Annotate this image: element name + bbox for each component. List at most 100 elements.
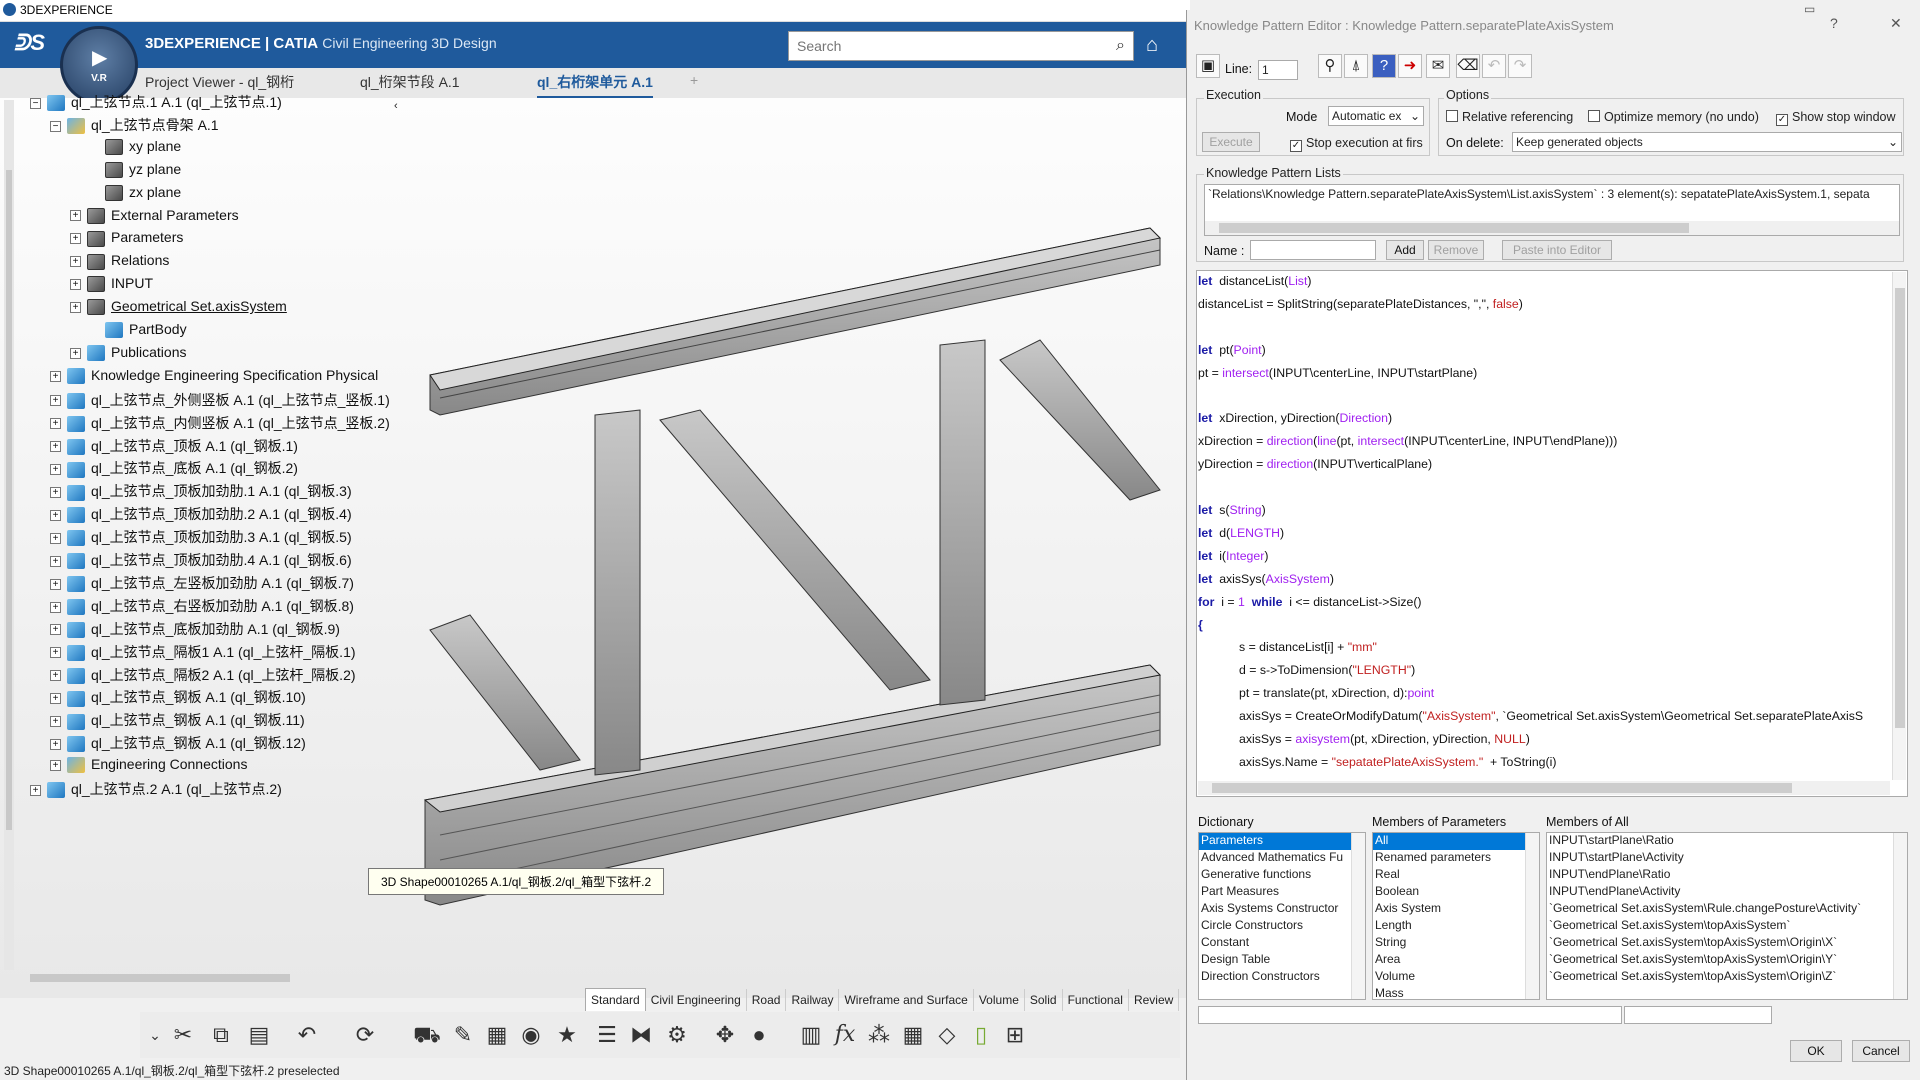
tree-node[interactable]: + ql_上弦节点.2 A.1 (ql_上弦节点.2) [30, 779, 282, 801]
list-item[interactable]: Volume [1373, 969, 1539, 986]
list-item[interactable]: Advanced Mathematics Fu [1199, 850, 1365, 867]
line-input[interactable]: 1 [1258, 60, 1298, 80]
action-bar-tab[interactable]: Civil Engineering [646, 989, 747, 1011]
tree-node[interactable]: + ql_上弦节点_内侧竖板 A.1 (ql_上弦节点_竖板.2) [50, 413, 390, 435]
binoculars-icon[interactable]: ⚲ [1318, 54, 1342, 78]
kp-list-hscroll-thumb[interactable] [1219, 223, 1689, 233]
tree-node[interactable]: + ql_上弦节点_钢板 A.1 (ql_钢板.10) [50, 687, 306, 709]
copy-icon[interactable]: ⧉ [206, 1020, 236, 1050]
list-item[interactable]: String [1373, 935, 1539, 952]
help-icon[interactable]: ? [1372, 54, 1396, 78]
add-tab-button[interactable]: + [690, 72, 698, 88]
expand-toggle-icon[interactable]: + [50, 509, 61, 521]
editor-vscroll-thumb[interactable] [1895, 288, 1905, 728]
cancel-button[interactable]: Cancel [1852, 1040, 1910, 1062]
design-table-icon[interactable]: ▦ [898, 1020, 928, 1050]
tree-node[interactable]: + Publications [70, 344, 187, 366]
tag-icon[interactable]: ⌂ [1146, 34, 1158, 57]
filter-input-left[interactable] [1198, 1006, 1622, 1024]
code-line[interactable]: let distanceList(List) [1198, 274, 1311, 288]
tree-node[interactable]: + ql_上弦节点_底板加劲肋 A.1 (ql_钢板.9) [50, 619, 340, 641]
list-item[interactable]: `Geometrical Set.axisSystem\Rule.changeP… [1547, 901, 1907, 918]
list-item[interactable]: INPUT\endPlane\Ratio [1547, 867, 1907, 884]
editor-hscroll[interactable] [1198, 781, 1890, 795]
action-bar-tab[interactable]: Volume [974, 989, 1025, 1011]
tree-node[interactable]: + ql_上弦节点_底板 A.1 (ql_钢板.2) [50, 458, 298, 480]
code-line[interactable]: axisSys.Name = "sepatatePlateAxisSystem.… [1198, 755, 1556, 769]
table-icon[interactable]: ▦ [482, 1020, 512, 1050]
tree-node[interactable]: yz plane [88, 161, 181, 183]
code-line[interactable]: yDirection = direction(INPUT\verticalPla… [1198, 457, 1432, 471]
tree-node[interactable]: + ql_上弦节点_钢板 A.1 (ql_钢板.11) [50, 710, 305, 732]
expand-toggle-icon[interactable]: + [50, 578, 61, 590]
toolbar-expand-icon[interactable]: ⌄ [140, 1020, 170, 1050]
ok-button[interactable]: OK [1790, 1040, 1842, 1062]
list-scrollbar[interactable] [1351, 833, 1365, 999]
tree-node[interactable]: − ql_上弦节点.1 A.1 (ql_上弦节点.1) [30, 92, 282, 114]
measure-icon[interactable]: ⊞ [1000, 1020, 1030, 1050]
stop-execution-checkbox[interactable]: ✓ Stop execution at firs [1290, 136, 1423, 152]
list-item[interactable]: Parameters [1199, 833, 1365, 850]
tab-segment[interactable]: ql_桁架节段 A.1 [360, 72, 460, 92]
add-button[interactable]: Add [1386, 240, 1424, 260]
paste-into-editor-button[interactable]: Paste into Editor [1502, 240, 1612, 260]
list-item[interactable]: `Geometrical Set.axisSystem\topAxisSyste… [1547, 918, 1907, 935]
list-item[interactable]: Area [1373, 952, 1539, 969]
catalog-icon[interactable]: ▥ [796, 1020, 826, 1050]
expand-toggle-icon[interactable]: + [50, 716, 61, 728]
search-icon[interactable]: ⌕ [1116, 37, 1125, 55]
list-item[interactable]: Part Measures [1199, 884, 1365, 901]
expand-toggle-icon[interactable]: + [50, 487, 61, 499]
list-item[interactable]: Length [1373, 918, 1539, 935]
sphere-icon[interactable]: ● [744, 1020, 774, 1050]
on-delete-dropdown-icon[interactable]: ⌄ [1888, 135, 1898, 149]
expand-toggle-icon[interactable]: + [70, 233, 81, 245]
list-scrollbar[interactable] [1893, 833, 1907, 999]
expand-toggle-icon[interactable]: + [30, 784, 41, 796]
code-line[interactable]: let xDirection, yDirection(Direction) [1198, 411, 1392, 425]
expand-toggle-icon[interactable]: + [70, 301, 81, 313]
expand-toggle-icon[interactable]: + [50, 370, 61, 382]
expand-toggle-icon[interactable]: + [70, 347, 81, 359]
list-icon[interactable]: ☰ [592, 1020, 622, 1050]
on-delete-select[interactable]: Keep generated objects ⌄ [1512, 132, 1902, 152]
list-item[interactable]: Axis Systems Constructor [1199, 901, 1365, 918]
update-icon[interactable]: ⟳ [350, 1020, 380, 1050]
code-line[interactable]: pt = translate(pt, xDirection, d):point [1198, 686, 1434, 700]
comment-icon[interactable]: ✉ [1426, 54, 1450, 78]
reaction-icon[interactable]: ◇ [932, 1020, 962, 1050]
tree-node[interactable]: + ql_上弦节点_隔板1 A.1 (ql_上弦杆_隔板.1) [50, 642, 356, 664]
expand-toggle-icon[interactable]: − [30, 97, 41, 109]
kp-list-box[interactable]: `Relations\Knowledge Pattern.separatePla… [1204, 184, 1900, 236]
remove-button[interactable]: Remove [1428, 240, 1484, 260]
editor-vscroll[interactable] [1892, 272, 1906, 780]
code-line[interactable]: { [1198, 618, 1203, 632]
expand-toggle-icon[interactable]: + [50, 464, 61, 476]
car-icon[interactable]: ⛟ [412, 1020, 442, 1050]
members-all-list[interactable]: INPUT\startPlane\Ratio INPUT\startPlane\A… [1546, 832, 1908, 1000]
list-item[interactable]: All [1373, 833, 1539, 850]
settings-table-icon[interactable]: ⚙ [662, 1020, 692, 1050]
expand-toggle-icon[interactable]: + [70, 278, 81, 290]
code-line[interactable]: let axisSys(AxisSystem) [1198, 572, 1334, 586]
list-item[interactable]: Axis System [1373, 901, 1539, 918]
globe-icon[interactable]: ◉ [516, 1020, 546, 1050]
check-icon[interactable]: ▯ [966, 1020, 996, 1050]
tree-node[interactable]: + ql_上弦节点_隔板2 A.1 (ql_上弦杆_隔板.2) [50, 665, 356, 687]
code-line[interactable]: axisSys = axisystem(pt, xDirection, yDir… [1198, 732, 1530, 746]
name-input[interactable] [1250, 240, 1376, 260]
tree-node[interactable]: + ql_上弦节点_顶板加劲肋.2 A.1 (ql_钢板.4) [50, 504, 352, 526]
tree-node[interactable]: + Engineering Connections [50, 756, 247, 778]
tree-node[interactable]: + Parameters [70, 229, 183, 251]
expand-toggle-icon[interactable]: + [50, 555, 61, 567]
list-item[interactable]: `Geometrical Set.axisSystem\topAxisSyste… [1547, 935, 1907, 952]
action-bar-tab[interactable]: Railway [786, 989, 840, 1011]
code-line[interactable]: d = s->ToDimension("LENGTH") [1198, 663, 1415, 677]
dialog-close-icon[interactable]: ✕ [1890, 15, 1902, 32]
list-item[interactable]: INPUT\endPlane\Activity [1547, 884, 1907, 901]
tree-node[interactable]: + Geometrical Set.axisSystem [70, 298, 287, 320]
list-item[interactable]: INPUT\startPlane\Activity [1547, 850, 1907, 867]
open-icon[interactable]: ▣ [1196, 54, 1220, 78]
tree-node[interactable]: + Relations [70, 252, 169, 274]
list-item[interactable]: `Geometrical Set.axisSystem\topAxisSyste… [1547, 952, 1907, 969]
